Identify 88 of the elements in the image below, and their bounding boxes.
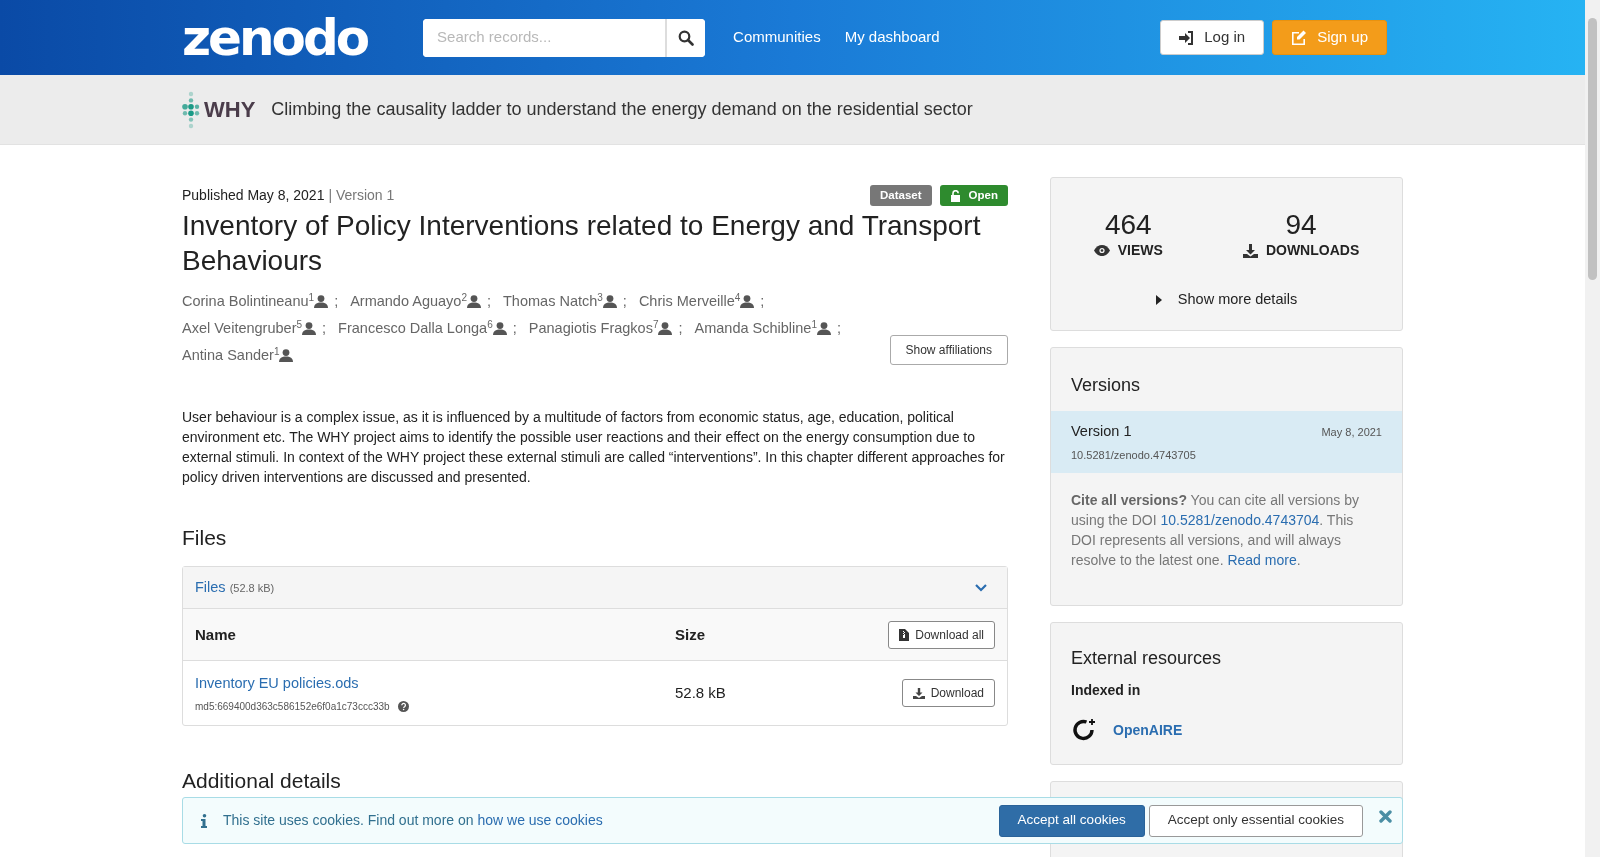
section-heading: Files	[182, 525, 228, 551]
download-button[interactable]: Download	[901, 679, 995, 708]
cookie-text: This site uses cookies. Find out more on how we use cookies	[223, 811, 603, 830]
author-name[interactable]: Corina Bolintineanu$^{1}$	[182, 288, 315, 316]
search-icon	[678, 29, 695, 46]
version-item[interactable]: Version 1 May 8, 2021 10.5281/zenodo.4743705	[1051, 411, 1402, 474]
author-name[interactable]: Panagiotis Fragkos$^{7}$	[528, 315, 659, 343]
published-date: Published May 8, 2021	[182, 186, 325, 206]
version-doi: 10.5281/zenodo.4743705	[1071, 447, 1197, 463]
author-name[interactable]: Armando Aguayo$^{2}$	[350, 288, 467, 316]
user-icon	[302, 322, 317, 336]
record-title: Inventory of Policy Interventions related to Energy and Transport Behaviours	[182, 209, 982, 279]
author-name[interactable]: Francesco Dalla Longa$^{6}$	[338, 315, 493, 343]
caret-icon	[1155, 294, 1162, 305]
read-more-link[interactable]: Read more	[1227, 552, 1297, 569]
subtitle: Indexed in	[1071, 681, 1142, 700]
logo[interactable]: zenodo	[182, 7, 368, 68]
community-title[interactable]: Climbing the causality ladder to understand the energy demand on the residential sector	[271, 96, 973, 123]
user-icon	[492, 322, 507, 336]
logo-text: WHY	[204, 96, 256, 124]
search-button[interactable]	[665, 18, 706, 57]
download-icon	[1242, 243, 1258, 258]
author-name[interactable]: Axel Veitengruber$^{5}$	[182, 315, 303, 343]
separator: ;	[622, 292, 627, 312]
sign-in-icon	[1179, 30, 1195, 45]
info-icon	[201, 813, 207, 828]
column-header: Size	[675, 624, 706, 645]
version-date: May 8, 2021	[1321, 424, 1382, 440]
separator: ;	[486, 292, 491, 312]
views-count: 464	[1103, 210, 1153, 240]
eye-icon	[1093, 245, 1110, 256]
download-all-button[interactable]: Download all	[888, 620, 995, 649]
accept-all-button[interactable]: Accept all cookies	[998, 804, 1145, 837]
downloads-label: DOWNLOADS	[1265, 241, 1360, 260]
checksum: md5:669400d363c586152e6f0a1c73ccc33b	[195, 699, 390, 714]
close-button[interactable]	[1379, 810, 1392, 823]
section-heading: Additional details	[182, 768, 342, 794]
file-link[interactable]: Inventory EU policies.ods	[195, 673, 675, 695]
user-icon	[279, 349, 294, 363]
accept-essential-button[interactable]: Accept only essential cookies	[1148, 804, 1363, 837]
user-icon	[602, 295, 617, 309]
card-title: External resources	[1071, 647, 1223, 670]
separator: ;	[322, 319, 327, 339]
file-icon	[899, 628, 910, 641]
description: User behaviour is a complex issue, as it is influenced by a multitude of factors from economic status, age, education, political environment etc. The WHY project aims to identify the possible user reactions and their effect on the energy consumption due to external stimuli. In context of the WHY project these external stimuli are called “interventions”. In this chapter different approaches for policy driven interventions are discussed and presented.	[182, 408, 1006, 488]
separator: ;	[678, 319, 683, 339]
column-header: Name	[195, 624, 237, 645]
separator: ;	[836, 319, 841, 339]
dots-logo-icon	[182, 90, 200, 129]
version-label: Version 1	[1071, 422, 1132, 441]
nav-link[interactable]: My dashboard	[844, 26, 940, 49]
file-size: (52.8 kB)	[229, 580, 275, 596]
cite-note: Cite all versions? You can cite all versions by using the DOI 10.5281/zenodo.4743704. This DOI represents all versions, and will always resolve to the latest one. Read more.	[1070, 491, 1360, 571]
login-button[interactable]: Log in	[1160, 20, 1265, 55]
author-name[interactable]: Amanda Schibline$^{1}$	[694, 315, 817, 343]
scrollbar[interactable]	[1585, 0, 1600, 857]
download-icon	[912, 687, 925, 699]
unlock-icon	[949, 189, 961, 202]
help-icon	[397, 700, 409, 712]
cookie-policy-link[interactable]: how we use cookies	[477, 812, 603, 828]
card-title: Versions	[1070, 374, 1142, 397]
author-name[interactable]: Thomas Natch$^{3}$	[503, 288, 603, 316]
search-field[interactable]: Search records...	[423, 18, 706, 57]
user-icon	[314, 295, 329, 309]
nav-link[interactable]: Communities	[729, 26, 821, 49]
close-icon	[1379, 810, 1392, 823]
panel-title[interactable]: Files	[195, 577, 226, 599]
separator: ;	[334, 292, 339, 312]
author-name[interactable]: Antina Sander$^{1}$	[182, 342, 280, 370]
access-badge: Open	[939, 185, 1008, 207]
separator: ;	[512, 319, 517, 339]
views-label: VIEWS	[1117, 241, 1163, 260]
downloads-count: 94	[1284, 210, 1318, 240]
user-icon	[658, 322, 673, 336]
ring-logo-icon	[1071, 717, 1097, 743]
show-affiliations-button[interactable]: Show affiliations	[889, 335, 1008, 366]
scrollbar-thumb[interactable]	[1588, 18, 1597, 280]
separator: ;	[760, 292, 765, 312]
show-more-details-link[interactable]: Show more details	[1177, 289, 1298, 311]
openaire-link[interactable]: OpenAIRE	[1113, 719, 1183, 741]
user-icon	[466, 295, 481, 309]
file-size: 52.8 kB	[675, 683, 727, 704]
user-icon	[740, 295, 755, 309]
user-icon	[816, 322, 831, 336]
version-label: | Version 1	[328, 186, 395, 206]
resource-type-badge: Dataset	[870, 185, 932, 207]
edit-icon	[1291, 30, 1308, 45]
author-name[interactable]: Chris Merveille$^{4}$	[638, 288, 741, 316]
